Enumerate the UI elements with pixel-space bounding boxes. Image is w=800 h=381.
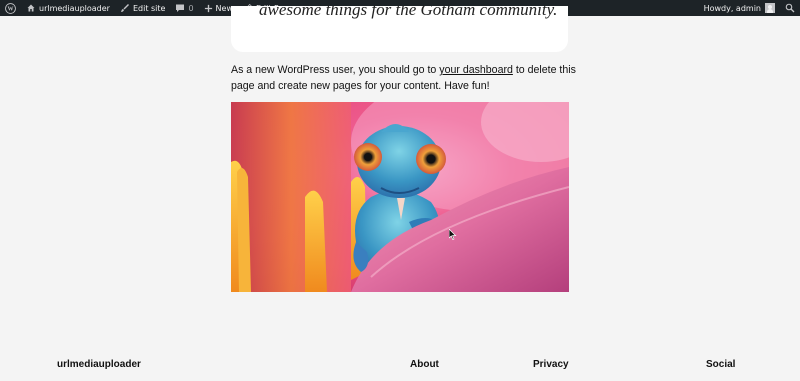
chameleon-image — [231, 102, 569, 292]
plus-icon — [204, 4, 213, 13]
footer-nav-privacy[interactable]: Privacy — [533, 359, 569, 370]
site-name-link[interactable]: urlmediauploader — [21, 0, 115, 16]
site-footer: urlmediauploader About Privacy Social — [0, 356, 800, 376]
paragraph-text-before: As a new WordPress user, you should go t… — [231, 64, 440, 76]
wordpress-logo-icon: W — [5, 2, 16, 14]
intro-paragraph: As a new WordPress user, you should go t… — [231, 62, 576, 94]
footer-nav-about[interactable]: About — [410, 359, 439, 370]
comment-bubble-icon — [175, 3, 185, 13]
greeting-label: Howdy, admin — [703, 3, 761, 13]
avatar — [765, 3, 775, 13]
quote-card: awesome things for the Gotham community. — [231, 6, 568, 52]
dashboard-link[interactable]: your dashboard — [439, 64, 513, 76]
mouse-cursor-icon — [448, 225, 457, 244]
brush-icon — [120, 3, 130, 13]
search-icon — [785, 3, 795, 13]
edit-site-link[interactable]: Edit site — [115, 0, 170, 16]
comments-count: 0 — [188, 3, 194, 13]
quote-text: awesome things for the Gotham community. — [259, 6, 558, 19]
footer-nav-social[interactable]: Social — [706, 359, 735, 370]
home-icon — [26, 3, 36, 13]
my-account-menu[interactable]: Howdy, admin — [699, 0, 780, 16]
svg-text:W: W — [7, 6, 13, 12]
edit-site-label: Edit site — [132, 3, 166, 13]
comments-link[interactable]: 0 — [170, 0, 198, 16]
site-name-label: urlmediauploader — [39, 3, 110, 13]
wordpress-logo-button[interactable]: W — [0, 0, 21, 16]
search-button[interactable] — [780, 0, 800, 16]
footer-site-title[interactable]: urlmediauploader — [57, 359, 141, 370]
